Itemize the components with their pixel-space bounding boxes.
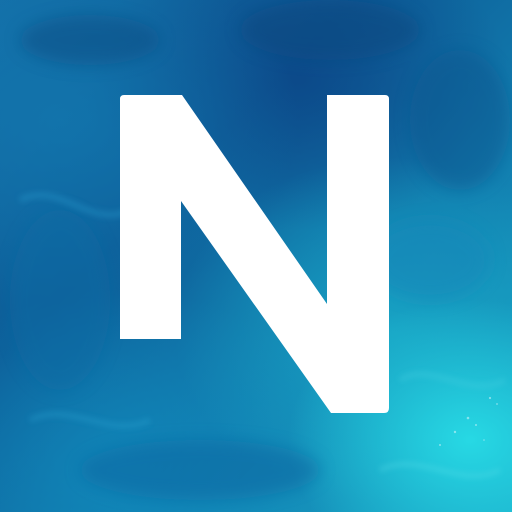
logo-letter-n [120,95,389,413]
app-icon[interactable] [0,0,512,512]
letter-n-shape [120,95,389,413]
